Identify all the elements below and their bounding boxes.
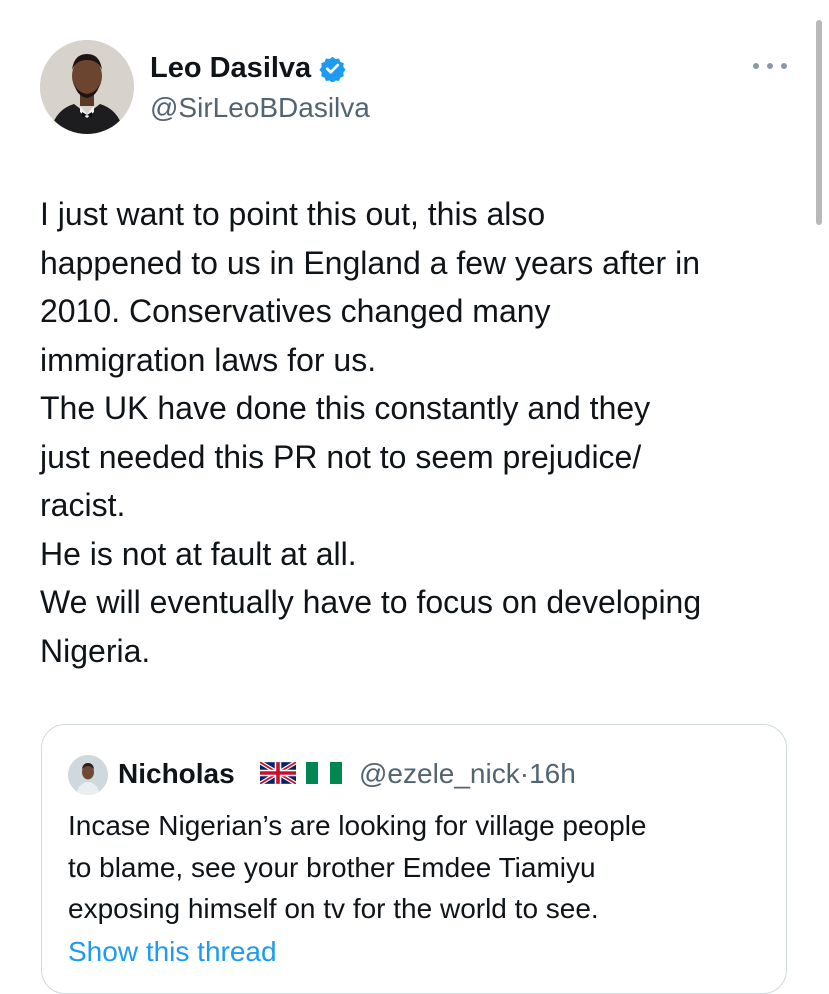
scrollbar[interactable] bbox=[816, 20, 822, 225]
meta-separator: · bbox=[519, 758, 530, 789]
tweet-line: immigration laws for us. bbox=[40, 341, 377, 378]
dot bbox=[781, 63, 787, 69]
author-handle[interactable]: @SirLeoBDasilva bbox=[150, 92, 370, 124]
quoted-tweet-text: Incase Nigerian’s are looking for villag… bbox=[68, 805, 768, 930]
dot bbox=[753, 63, 759, 69]
tweet-line: I just want to point this out, this also bbox=[40, 196, 546, 232]
quoted-tweet-card[interactable]: Nicholas @ezele_nick·16h Incase Nigerian… bbox=[41, 724, 787, 994]
uk-flag-icon bbox=[258, 760, 298, 789]
more-options-icon[interactable] bbox=[753, 54, 787, 78]
tweet-line: We will eventually have to focus on deve… bbox=[40, 584, 702, 620]
author-avatar[interactable] bbox=[40, 40, 134, 134]
quoted-avatar-photo bbox=[68, 755, 108, 795]
tweet-line: Nigeria. bbox=[40, 632, 151, 669]
quoted-line: Incase Nigerian’s are looking for villag… bbox=[68, 810, 647, 841]
tweet-text: I just want to point this out, this also… bbox=[40, 190, 810, 675]
quoted-author-name[interactable]: Nicholas bbox=[118, 758, 235, 790]
tweet-line: 2010. Conservatives changed many bbox=[40, 293, 551, 329]
tweet-line: The UK have done this constantly and the… bbox=[40, 390, 651, 426]
tweet-line: just needed this PR not to seem prejudic… bbox=[40, 438, 642, 475]
quoted-tweet-meta: @ezele_nick·16h bbox=[359, 758, 576, 790]
dot bbox=[767, 63, 773, 69]
quoted-author-avatar[interactable] bbox=[68, 755, 108, 795]
tweet-line: racist. bbox=[40, 487, 126, 523]
nigeria-flag-icon bbox=[306, 762, 342, 789]
verified-badge-icon bbox=[319, 55, 346, 83]
quoted-line: exposing himself on tv for the world to … bbox=[68, 893, 599, 924]
quoted-line: to blame, see your brother Emdee Tiamiyu bbox=[68, 851, 596, 883]
tweet-line: He is not at fault at all. bbox=[40, 535, 357, 572]
tweet-line: happened to us in England a few years af… bbox=[40, 244, 700, 281]
author-name-text: Leo Dasilva bbox=[150, 52, 312, 84]
author-name[interactable]: Leo Dasilva bbox=[150, 52, 346, 85]
quoted-tweet-time[interactable]: 16h bbox=[529, 758, 576, 789]
quoted-author-handle[interactable]: @ezele_nick bbox=[359, 758, 520, 789]
show-thread-link[interactable]: Show this thread bbox=[68, 936, 277, 968]
avatar-photo bbox=[40, 40, 134, 134]
